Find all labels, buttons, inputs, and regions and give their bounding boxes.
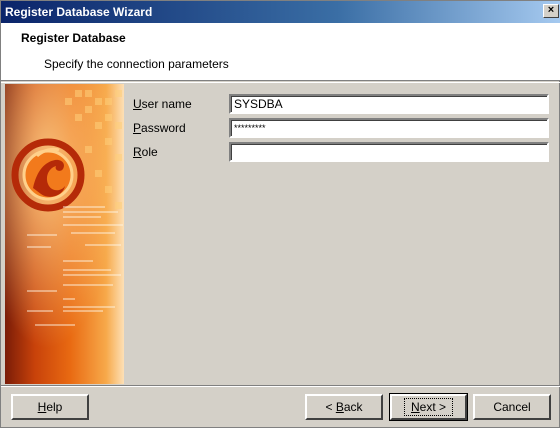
user-name-label: User name — [133, 97, 229, 111]
next-button-mnemonic: N — [410, 400, 420, 414]
close-button[interactable]: × — [543, 4, 559, 18]
role-input[interactable] — [229, 142, 549, 162]
user-name-label-rest: ser name — [141, 97, 192, 111]
help-button[interactable]: Help — [11, 394, 89, 420]
password-input[interactable] — [229, 118, 549, 138]
wizard-header: Register Database Specify the connection… — [1, 23, 560, 81]
password-label-mnemonic: P — [133, 121, 142, 135]
password-label-rest: assword — [141, 121, 186, 135]
back-button[interactable]: < Back — [305, 394, 383, 420]
role-label: Role — [133, 145, 229, 159]
user-name-label-mnemonic: U — [133, 97, 142, 111]
cancel-button[interactable]: Cancel — [473, 394, 551, 420]
user-name-row: User name — [133, 94, 229, 114]
side-banner-image — [5, 84, 124, 384]
role-label-rest: ole — [141, 145, 158, 159]
cancel-button-label: Cancel — [493, 400, 531, 414]
header-divider — [1, 82, 560, 83]
back-button-label-rest: ack — [343, 400, 363, 414]
page-subtitle: Specify the connection parameters — [44, 57, 229, 71]
window-title: Register Database Wizard — [5, 5, 153, 19]
firebird-logo-icon — [5, 84, 124, 384]
wizard-window: Register Database Wizard × Register Data… — [0, 0, 560, 428]
page-title: Register Database — [21, 31, 126, 45]
footer-divider — [1, 385, 560, 387]
back-button-mnemonic: B — [335, 400, 344, 414]
user-name-input[interactable] — [229, 94, 549, 114]
password-row: Password — [133, 118, 229, 138]
next-button-label-rest: ext > — [419, 400, 447, 414]
next-button-focus-ring: Next > — [403, 398, 454, 416]
help-button-label-rest: elp — [46, 400, 63, 414]
close-icon: × — [547, 4, 555, 16]
password-label: Password — [133, 121, 229, 135]
next-button[interactable]: Next > — [389, 393, 468, 421]
back-button-prefix: < — [325, 400, 336, 414]
role-label-mnemonic: R — [133, 145, 142, 159]
title-bar: Register Database Wizard × — [1, 1, 560, 23]
role-row: Role — [133, 142, 229, 162]
